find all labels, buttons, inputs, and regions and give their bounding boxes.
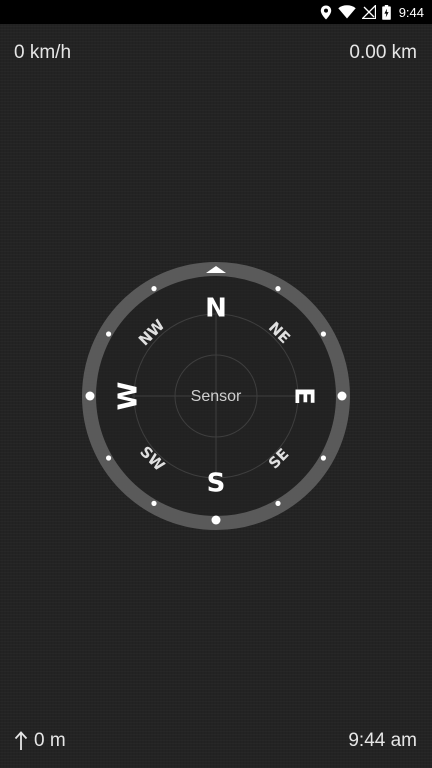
compass-dial[interactable]: N E S W NE SE SW NW Sensor [80, 260, 352, 532]
location-icon [320, 5, 331, 19]
compass-dot-west [85, 391, 95, 401]
compass-dot-210 [151, 500, 157, 506]
altitude-readout: 0 m [14, 730, 66, 752]
compass-dot-150 [275, 500, 281, 506]
compass-dot-240 [106, 455, 112, 461]
compass-center-label: Sensor [191, 388, 242, 405]
speed-readout: 0 km/h [14, 42, 72, 63]
compass-dot-60 [320, 331, 326, 337]
compass-dot-300 [106, 331, 112, 337]
clock-readout: 9:44 am [348, 730, 417, 751]
compass-dot-120 [320, 455, 326, 461]
compass-label-w: W [114, 382, 144, 411]
status-bar: 9:44 [0, 0, 432, 24]
no-signal-icon [361, 5, 376, 19]
compass-label-s: S [207, 469, 226, 499]
compass-label-n: N [205, 294, 227, 324]
wifi-icon [337, 5, 356, 19]
distance-readout: 0.00 km [349, 42, 417, 63]
compass-dot-30 [275, 286, 281, 292]
battery-charging-icon [381, 4, 391, 20]
compass-dot-east [337, 391, 347, 401]
altitude-value: 0 m [34, 730, 66, 751]
compass-label-e: E [289, 387, 319, 405]
status-time: 9:44 [398, 4, 424, 20]
arrow-up-icon [14, 731, 28, 750]
compass-dot-330 [151, 286, 157, 292]
compass-dot-south [211, 515, 221, 525]
